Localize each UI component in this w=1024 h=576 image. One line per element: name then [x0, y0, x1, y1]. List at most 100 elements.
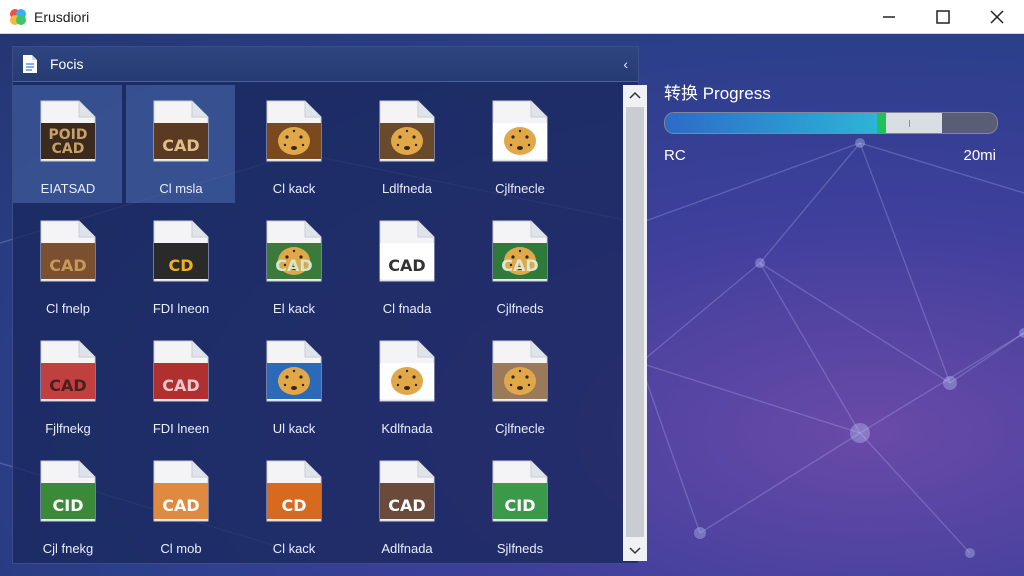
- svg-text:CAD: CAD: [52, 141, 85, 157]
- file-label: Ldlfneda: [382, 181, 432, 196]
- title-bar: Erusdiori: [0, 0, 1024, 34]
- leopard-file-icon: [492, 100, 548, 162]
- file-tile[interactable]: CAD Cl fnada: [352, 205, 462, 323]
- file-label: El kack: [273, 301, 315, 316]
- app-logo-icon: [10, 8, 26, 25]
- scroll-thumb[interactable]: [626, 107, 644, 537]
- cad-file-icon: CAD: [153, 100, 209, 162]
- file-label: FDI lneen: [152, 421, 210, 436]
- file-label: EIATSAD: [40, 181, 96, 196]
- window-title: Erusdiori: [34, 8, 90, 25]
- cid-file-icon: CID: [40, 460, 96, 522]
- progress-fill: [665, 113, 877, 133]
- maximize-button[interactable]: [916, 0, 970, 33]
- file-tile[interactable]: CD Cl kack: [239, 445, 349, 563]
- svg-text:CAD: CAD: [162, 496, 199, 515]
- scroll-up-button[interactable]: [623, 85, 647, 105]
- file-label: Sjlfneds: [496, 541, 544, 556]
- file-label: Cl kack: [272, 541, 316, 556]
- svg-text:CAD: CAD: [501, 256, 538, 275]
- cad-file-icon: CD: [266, 460, 322, 522]
- close-button[interactable]: [970, 0, 1024, 33]
- file-tile[interactable]: POID CAD EIATSAD: [13, 85, 122, 203]
- cad-file-icon: CAD: [379, 220, 435, 282]
- cad-file-icon: CAD: [40, 220, 96, 282]
- file-label: Cjl fnekg: [42, 541, 94, 556]
- cid-file-icon: CID: [492, 460, 548, 522]
- progress-right-label: 20mi: [963, 147, 996, 164]
- file-tile[interactable]: CID Sjlfneds: [465, 445, 575, 563]
- file-tile[interactable]: CAD Fjlfnekg: [13, 325, 123, 443]
- close-icon: [990, 9, 1004, 24]
- progress-tick: [909, 120, 910, 127]
- svg-text:CAD: CAD: [162, 136, 199, 155]
- file-tile[interactable]: Kdlfnada: [352, 325, 462, 443]
- file-label: Cjlfnecle: [495, 181, 545, 196]
- leopard-file-icon: [379, 100, 435, 162]
- files-panel: Focis ‹ POID CAD EIATSAD CAD Cl msla Cl kack L…: [12, 46, 647, 564]
- cad-leopard-file-icon: CAD: [266, 220, 322, 282]
- maximize-icon: [936, 9, 950, 24]
- panel-title: Focis: [50, 56, 84, 72]
- svg-text:CD: CD: [168, 256, 193, 275]
- progress-marker: [877, 113, 886, 133]
- cad-leopard-file-icon: CAD: [492, 220, 548, 282]
- file-label: Cl fnada: [382, 301, 432, 316]
- collapse-chevron-icon[interactable]: ‹: [623, 56, 628, 72]
- file-label: Cjlfneds: [496, 301, 544, 316]
- chevron-up-icon: [629, 91, 641, 99]
- file-tile[interactable]: CD FDI lneon: [126, 205, 236, 323]
- file-label: Adlfnada: [381, 541, 433, 556]
- svg-text:CID: CID: [53, 496, 84, 515]
- svg-text:CAD: CAD: [275, 256, 312, 275]
- file-tile[interactable]: CAD Adlfnada: [352, 445, 462, 563]
- file-label: Fjlfnekg: [45, 421, 91, 436]
- file-tile[interactable]: CAD Cl fnelp: [13, 205, 123, 323]
- leopard-file-icon: [379, 340, 435, 402]
- file-tile[interactable]: CAD El kack: [239, 205, 349, 323]
- file-label: Cl mob: [160, 541, 202, 556]
- file-tile[interactable]: CAD Cl msla: [126, 85, 235, 203]
- file-grid: POID CAD EIATSAD CAD Cl msla Cl kack Ldlfneda C…: [13, 85, 611, 563]
- file-label: Cl msla: [159, 181, 203, 196]
- document-icon: [23, 55, 37, 73]
- svg-text:CAD: CAD: [49, 376, 86, 395]
- leopard-file-icon: [266, 100, 322, 162]
- minimize-icon: [883, 15, 895, 18]
- leopard-file-icon: [492, 340, 548, 402]
- cad-file-icon: CAD: [153, 460, 209, 522]
- svg-text:CAD: CAD: [388, 496, 425, 515]
- progress-bar: [664, 112, 998, 134]
- file-label: FDI lneon: [152, 301, 210, 316]
- file-tile[interactable]: CAD Cjlfneds: [465, 205, 575, 323]
- file-tile[interactable]: Cl kack: [239, 85, 349, 203]
- svg-text:CD: CD: [281, 496, 306, 515]
- minimize-button[interactable]: [862, 0, 916, 33]
- progress-left-label: RC: [664, 147, 686, 164]
- file-tile[interactable]: Cjlfnecle: [465, 325, 575, 443]
- chevron-down-icon: [629, 547, 641, 555]
- file-tile[interactable]: Ul kack: [239, 325, 349, 443]
- file-tile[interactable]: CAD Cl mob: [126, 445, 236, 563]
- leopard-file-icon: [266, 340, 322, 402]
- svg-text:CAD: CAD: [162, 376, 199, 395]
- svg-text:CAD: CAD: [388, 256, 425, 275]
- scroll-down-button[interactable]: [623, 541, 647, 561]
- progress-remaining: [886, 113, 942, 133]
- cad-file-icon: CAD: [379, 460, 435, 522]
- file-tile[interactable]: CAD FDI lneen: [126, 325, 236, 443]
- svg-text:CAD: CAD: [49, 256, 86, 275]
- svg-text:CID: CID: [505, 496, 536, 515]
- panel-header: Focis ‹: [13, 47, 638, 82]
- file-tile[interactable]: CID Cjl fnekg: [13, 445, 123, 563]
- file-tile[interactable]: Ldlfneda: [352, 85, 462, 203]
- file-label: Cl fnelp: [45, 301, 91, 316]
- file-label: Kdlfnada: [381, 421, 433, 436]
- file-label: Ul kack: [272, 421, 316, 436]
- cad-file-icon: CAD: [153, 340, 209, 402]
- progress-title: 转换 Progress: [664, 84, 771, 103]
- file-tile[interactable]: Cjlfnecle: [465, 85, 575, 203]
- vertical-scrollbar[interactable]: [623, 85, 647, 561]
- cad-file-icon: CAD: [40, 340, 96, 402]
- file-label: Cjlfnecle: [495, 421, 545, 436]
